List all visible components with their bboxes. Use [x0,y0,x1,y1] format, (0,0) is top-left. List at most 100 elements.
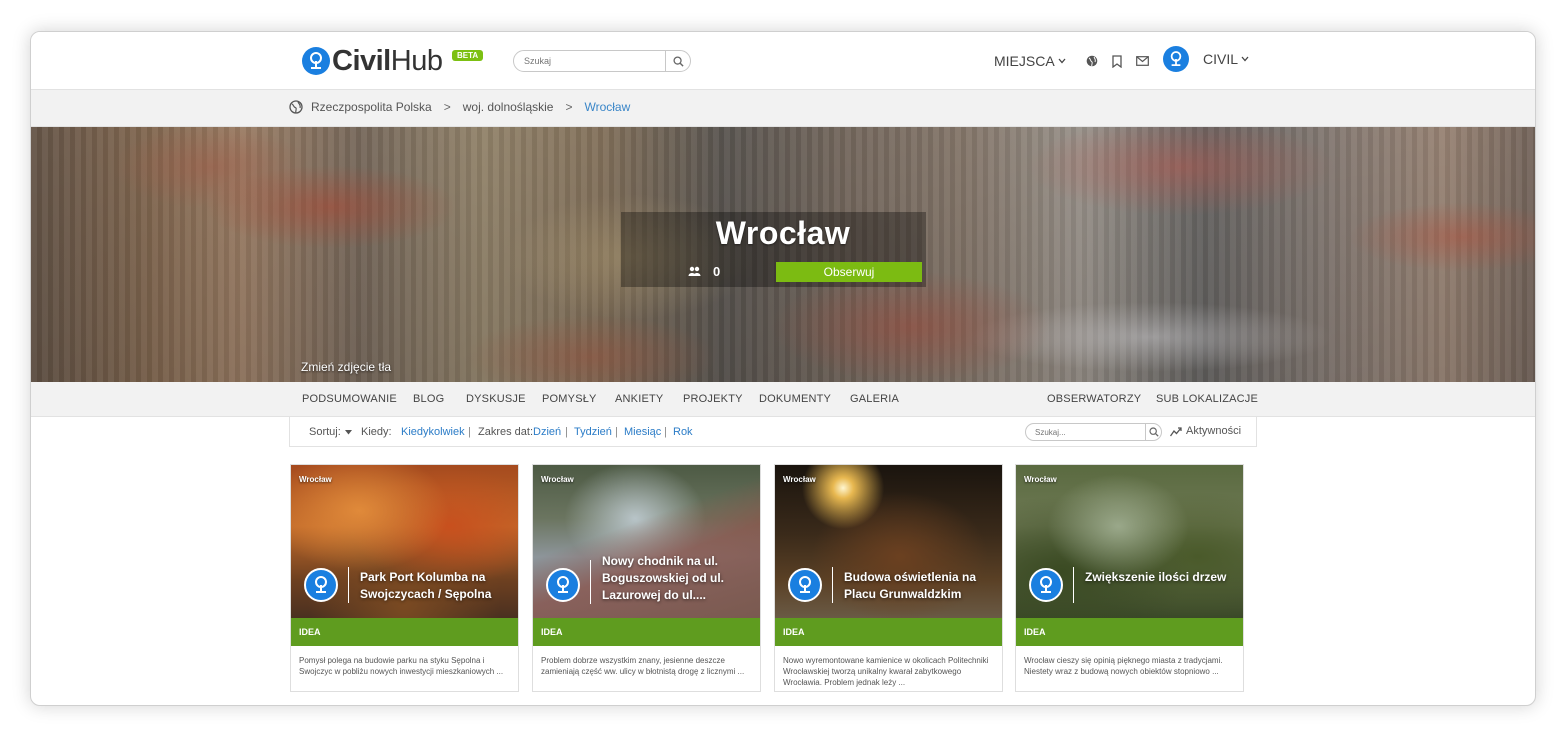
tab-summary[interactable]: PODSUMOWANIE [302,393,397,405]
section-tabs: PODSUMOWANIE BLOG DYSKUSJE POMYSŁY ANKIE… [31,382,1535,417]
user-menu[interactable]: CIVIL [1163,46,1249,72]
places-menu-label: MIEJSCA [994,53,1055,69]
idea-card[interactable]: Wrocław Park Port Kolumba na Swojczycach… [290,464,519,692]
card-divider [348,567,349,603]
sort-dropdown[interactable]: Sortuj: [309,426,352,438]
sort-caret-icon [344,429,352,434]
user-avatar-icon [1163,46,1189,72]
logo-text-hub: Hub [390,44,443,77]
civilhub-avatar-icon [546,568,580,602]
user-name: CIVIL [1203,51,1239,67]
places-menu[interactable]: MIEJSCA [994,53,1066,69]
followers-icon [688,266,701,276]
tab-sub-locations[interactable]: SUB LOKALIZACJE [1156,393,1258,405]
card-description: Wrocław cieszy się opinią pięknego miast… [1024,656,1223,676]
tab-projects[interactable]: PROJEKTY [683,393,743,405]
card-type-badge: IDEA [775,618,1002,646]
follow-button[interactable]: Obserwuj [776,262,922,282]
card-location: Wrocław [1024,475,1057,484]
card-description: Nowo wyremontowane kamienice w okolicach… [783,656,989,687]
content-search-input[interactable] [1026,424,1145,440]
card-description: Problem dobrze wszystkim znany, jesienne… [541,656,745,676]
card-type-badge: IDEA [1016,618,1243,646]
chevron-down-icon [1058,58,1066,64]
card-location: Wrocław [541,475,574,484]
header-search-button[interactable] [665,51,690,71]
idea-card[interactable]: Wrocław Zwiększenie ilości drzew IDEA Wr… [1015,464,1244,692]
breadcrumb: Rzeczpospolita Polska > woj. dolnośląski… [289,100,630,114]
globe-button[interactable] [1086,55,1098,67]
tab-discussions[interactable]: DYSKUSJE [466,393,526,405]
when-label: Kiedy: [361,426,392,438]
search-icon [1148,427,1159,437]
tab-gallery[interactable]: GALERIA [850,393,899,405]
card-title[interactable]: Zwiększenie ilości drzew [1085,569,1235,586]
header-search [513,50,691,72]
messages-button[interactable] [1135,56,1149,66]
breadcrumb-item-city[interactable]: Wrocław [584,100,630,114]
card-divider [832,567,833,603]
civilhub-avatar-icon [304,568,338,602]
sort-label: Sortuj: [309,426,341,438]
card-divider [1073,567,1074,603]
range-month[interactable]: Miesiąc [624,426,661,438]
followers-number: 0 [713,264,721,279]
divider: | [468,426,471,438]
activity-label: Aktywności [1186,425,1242,437]
divider: | [615,426,618,438]
range-year[interactable]: Rok [673,426,693,438]
divider: | [565,426,568,438]
bookmark-icon [1112,54,1122,68]
card-location: Wrocław [299,475,332,484]
card-title[interactable]: Nowy chodnik na ul. Boguszowskiej od ul.… [602,553,752,604]
content-search-button[interactable] [1145,424,1161,440]
card-title[interactable]: Park Port Kolumba na Swojczycach / Sępol… [360,569,510,603]
card-location: Wrocław [783,475,816,484]
mail-icon [1135,56,1149,66]
filter-bar: Sortuj: Kiedy: Kiedykolwiek | Zakres dat… [289,417,1257,447]
when-value-anytime[interactable]: Kiedykolwiek [401,426,465,438]
browser-window: CivilHub BETA MIEJSCA [30,31,1536,706]
idea-card[interactable]: Wrocław Budowa oświetlenia na Placu Grun… [774,464,1003,692]
breadcrumb-separator: > [565,100,573,114]
tab-observers[interactable]: OBSERWATORZY [1047,393,1141,405]
header-search-input[interactable] [514,51,665,71]
breadcrumb-item-country[interactable]: Rzeczpospolita Polska [311,100,432,114]
card-description: Pomysł polega na budowie parku na styku … [299,656,504,676]
header-nav: MIEJSCA [994,50,1149,72]
beta-badge: BETA [452,50,484,61]
breadcrumb-separator: > [443,100,451,114]
logo-text-civil: Civil [332,44,391,77]
breadcrumb-item-region[interactable]: woj. dolnośląskie [463,100,554,114]
card-type-badge: IDEA [291,618,518,646]
change-background-link[interactable]: Zmień zdjęcie tła [301,360,391,374]
card-type-badge: IDEA [533,618,760,646]
card-divider [590,560,591,604]
bookmark-button[interactable] [1112,54,1122,68]
range-day[interactable]: Dzień [533,426,561,438]
civilhub-avatar-icon [1029,568,1063,602]
top-header: CivilHub BETA MIEJSCA [31,32,1535,90]
idea-card[interactable]: Wrocław Nowy chodnik na ul. Boguszowskie… [532,464,761,692]
civilhub-avatar-icon [788,568,822,602]
breadcrumb-bar: Rzeczpospolita Polska > woj. dolnośląski… [31,90,1535,127]
followers-count: 0 [688,264,720,279]
logo-text: CivilHub [332,44,443,78]
hero-banner-image: Wrocław 0 Obserwuj Zmień zdjęcie tła [31,127,1535,382]
tab-ideas[interactable]: POMYSŁY [542,393,597,405]
activity-button[interactable]: Aktywności [1170,425,1241,437]
tab-polls[interactable]: ANKIETY [615,393,663,405]
page-title: Wrocław [715,215,851,251]
tab-documents[interactable]: DOKUMENTY [759,393,831,405]
globe-icon [1086,55,1097,67]
world-globe-icon [289,100,303,114]
date-range-label: Zakres dat: [478,426,534,438]
content-search [1025,423,1162,441]
search-icon [672,55,684,67]
civilhub-logo[interactable]: CivilHub BETA [302,44,484,78]
divider: | [664,426,667,438]
tab-blog[interactable]: BLOG [413,393,444,405]
range-week[interactable]: Tydzień [574,426,612,438]
civilhub-logo-icon [302,47,330,75]
card-title[interactable]: Budowa oświetlenia na Placu Grunwaldzkim [844,569,994,603]
